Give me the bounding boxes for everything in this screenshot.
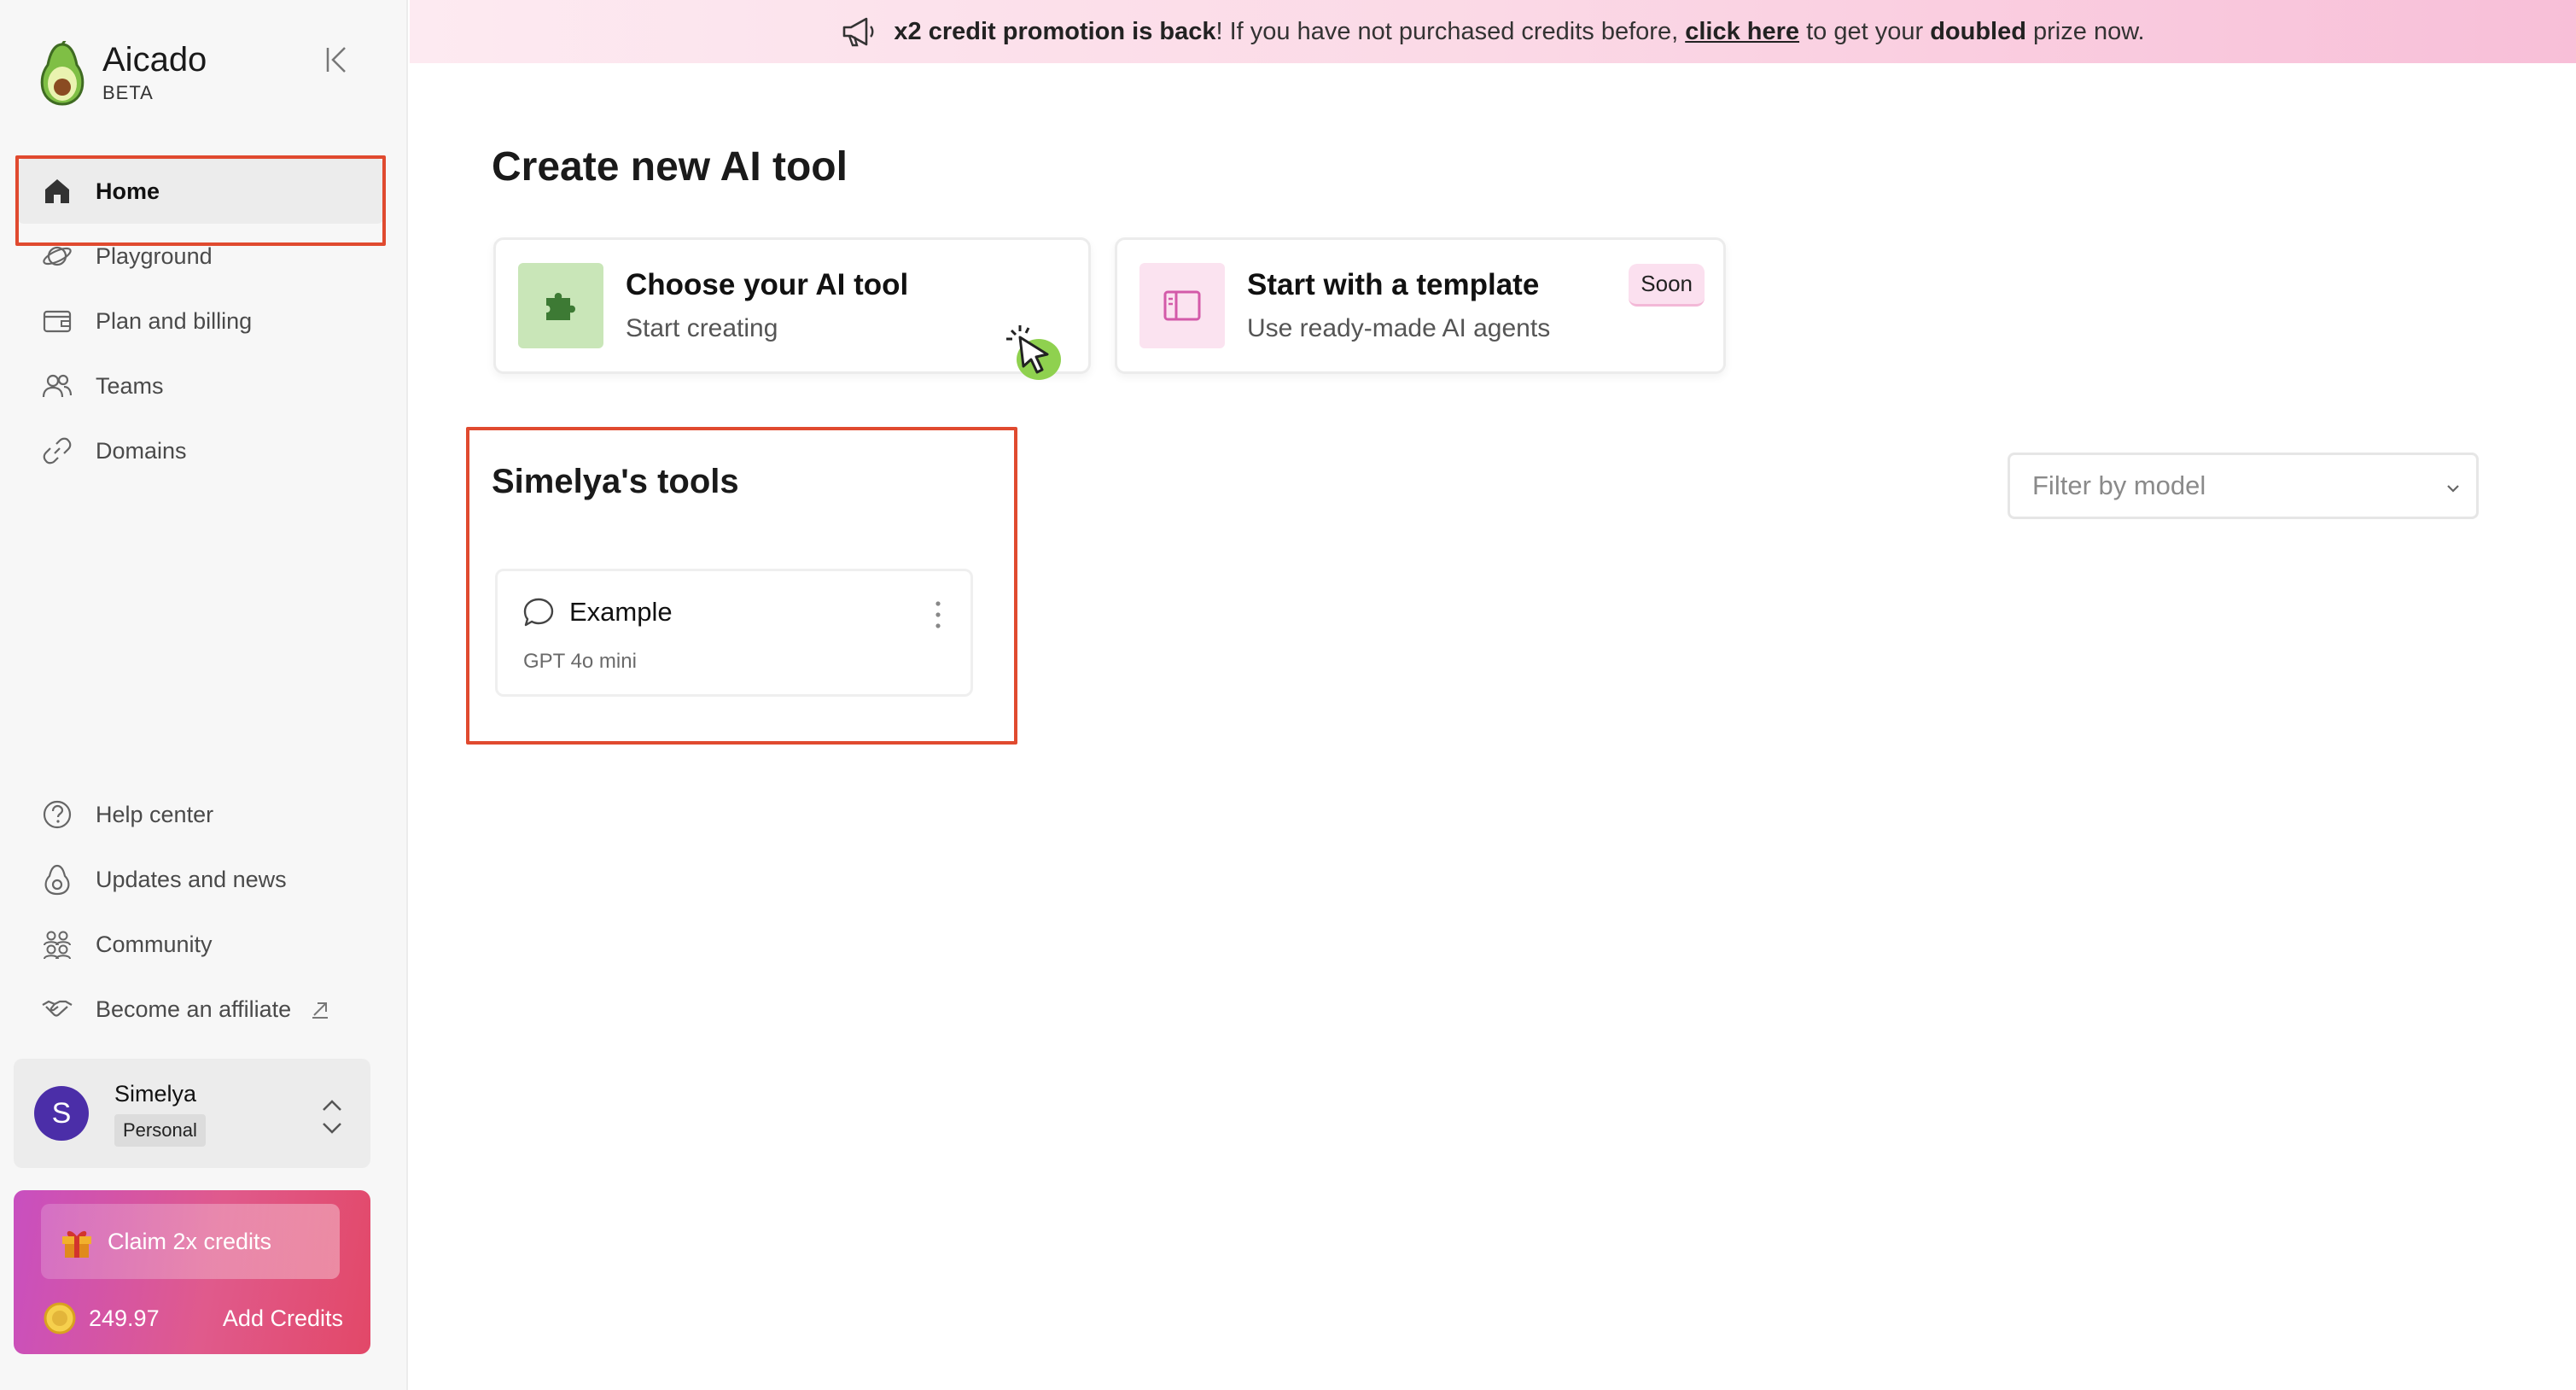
banner-headline: x2 credit promotion is back: [894, 17, 1216, 45]
sidebar-item-label: Home: [96, 178, 160, 204]
sidebar-item-label: Updates and news: [96, 866, 287, 892]
planet-icon: [43, 246, 72, 266]
sidebar-item-domains[interactable]: Domains: [17, 418, 384, 483]
sidebar-item-label: Become an affiliate: [96, 996, 292, 1022]
tool-card-example[interactable]: Example GPT 4o mini: [495, 569, 973, 697]
sidebar-item-label: Help center: [96, 801, 214, 827]
sidebar-item-community[interactable]: Community: [17, 912, 384, 977]
template-layout-icon: [1163, 290, 1201, 321]
chevron-up-down-icon[interactable]: [318, 1096, 347, 1137]
sidebar-item-label: Playground: [96, 242, 213, 269]
sidebar-item-teams[interactable]: Teams: [17, 353, 384, 418]
banner-text: to get your: [1799, 17, 1931, 45]
sidebar-item-become-an-affiliate[interactable]: Become an affiliate: [17, 977, 384, 1042]
chat-bubble-icon: [523, 598, 554, 627]
card-subtitle: Start creating: [626, 314, 778, 342]
brand-name: Aicado: [102, 41, 207, 79]
beta-badge: BETA: [102, 82, 154, 103]
card-icon-bg: [1139, 263, 1225, 348]
choose-ai-tool-card[interactable]: Choose your AI tool Start creating: [493, 237, 1091, 380]
banner-text: ! If you have not purchased credits befo…: [1215, 17, 1686, 45]
chevron-down-icon: [2447, 485, 2459, 493]
sidebar-item-label: Community: [96, 931, 213, 957]
card-subtitle: Use ready-made AI agents: [1247, 314, 1551, 342]
puzzle-icon: [546, 293, 575, 320]
credits-card: Claim 2x credits 249.97 Add Credits: [14, 1190, 370, 1354]
card-title: Choose your AI tool: [626, 268, 909, 301]
wallet-icon: [43, 310, 72, 333]
avocado-logo-icon: [40, 41, 85, 106]
sidebar-item-plan-and-billing[interactable]: Plan and billing: [17, 289, 384, 353]
home-icon: [45, 179, 69, 203]
avatar: S: [34, 1086, 89, 1141]
filter-by-model-select[interactable]: Filter by model: [2008, 453, 2479, 519]
sidebar-item-label: Teams: [96, 372, 164, 399]
tools-section-title: Simelya's tools: [492, 463, 739, 500]
link-icon: [43, 437, 72, 464]
cursor-click-icon: [1006, 325, 1061, 380]
banner-emphasis: doubled: [1930, 17, 2026, 45]
user-account-switcher[interactable]: S Simelya Personal: [14, 1059, 370, 1168]
credits-balance: 249.97: [89, 1305, 160, 1331]
community-icon: [44, 931, 71, 960]
sidebar: Aicado BETA Home Playground Plan and bil…: [0, 0, 408, 1390]
coin-icon: [44, 1302, 76, 1335]
claim-credits-label: Claim 2x credits: [108, 1228, 272, 1254]
tool-name: Example: [569, 597, 673, 627]
plan-badge: Personal: [114, 1113, 206, 1147]
help-icon: [43, 800, 72, 829]
promotion-banner: x2 credit promotion is back ! If you hav…: [410, 0, 2576, 63]
brand[interactable]: Aicado BETA: [38, 41, 207, 106]
banner-click-here-link[interactable]: click here: [1685, 18, 1799, 46]
primary-nav: Home Playground Plan and billing Teams D…: [17, 159, 384, 483]
tool-model: GPT 4o mini: [523, 650, 637, 673]
card-icon-bg: [518, 263, 603, 348]
secondary-nav: Help center Updates and news Community B…: [17, 782, 384, 1042]
megaphone-icon: [843, 17, 874, 47]
card-title: Start with a template: [1247, 268, 1540, 301]
external-link-icon: [312, 1002, 329, 1019]
claim-credits-button[interactable]: Claim 2x credits: [41, 1204, 340, 1279]
filter-placeholder: Filter by model: [2032, 470, 2206, 500]
collapse-sidebar-icon[interactable]: [321, 43, 355, 77]
avocado-outline-icon: [44, 864, 70, 896]
page-title: Create new AI tool: [492, 144, 848, 190]
sidebar-item-help-center[interactable]: Help center: [17, 782, 384, 847]
start-with-template-card[interactable]: Start with a template Use ready-made AI …: [1115, 237, 1726, 374]
soon-badge: Soon: [1629, 264, 1705, 307]
sidebar-item-playground[interactable]: Playground: [17, 224, 384, 289]
sidebar-item-label: Plan and billing: [96, 307, 253, 334]
handshake-icon: [42, 1000, 73, 1017]
sidebar-item-home[interactable]: Home: [17, 159, 384, 224]
users-icon: [42, 374, 73, 398]
gift-icon: [62, 1230, 91, 1258]
more-options-icon[interactable]: [933, 599, 943, 631]
banner-text: prize now.: [2025, 17, 2145, 45]
add-credits-button[interactable]: Add Credits: [223, 1305, 343, 1332]
sidebar-item-label: Domains: [96, 437, 187, 464]
sidebar-item-updates-and-news[interactable]: Updates and news: [17, 847, 384, 912]
user-name: Simelya: [114, 1080, 197, 1107]
